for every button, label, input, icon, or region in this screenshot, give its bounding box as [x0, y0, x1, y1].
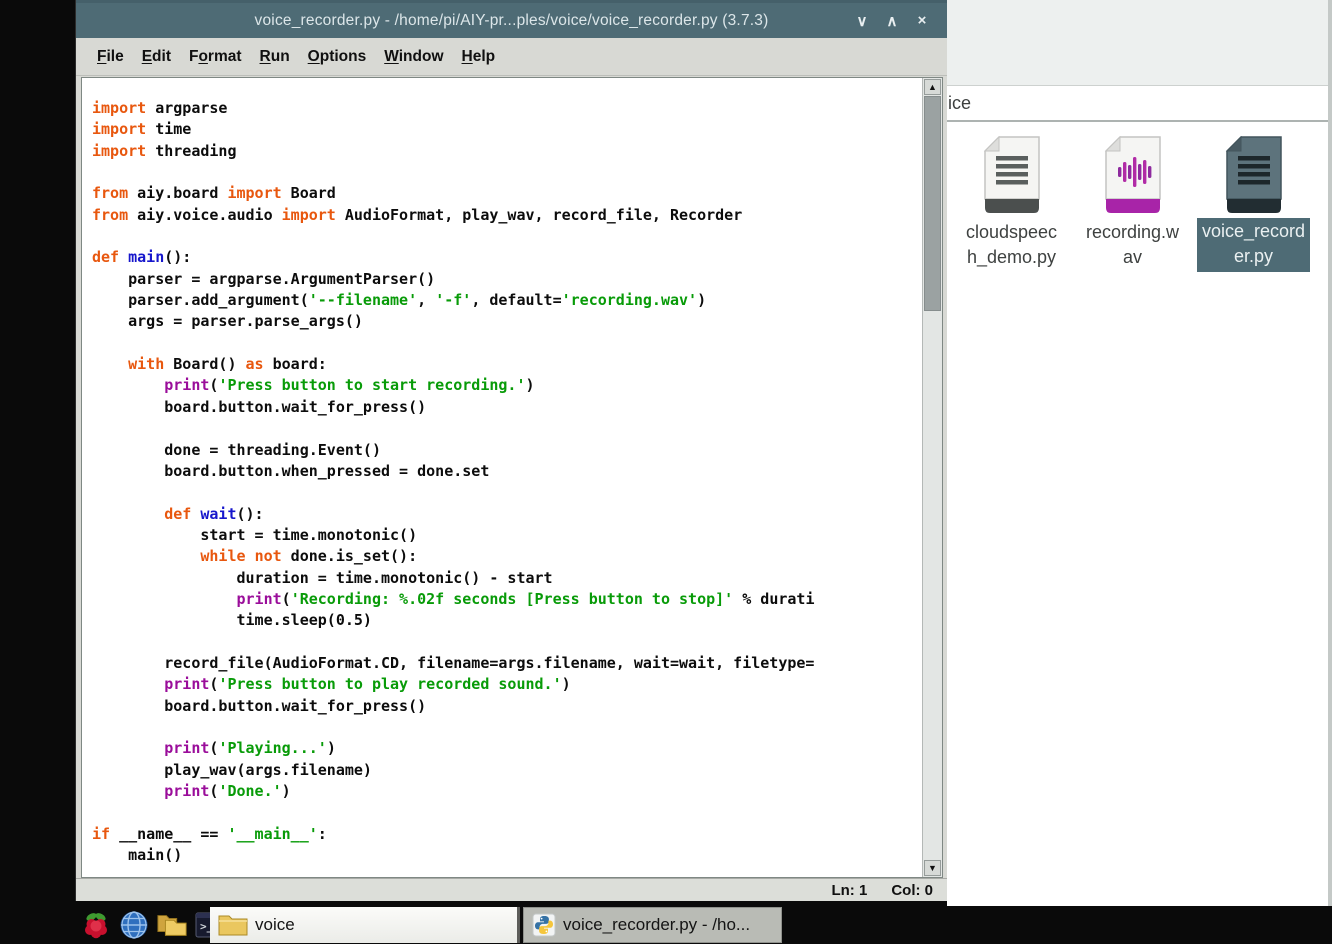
code-line: from aiy.voice.audio import AudioFormat,… [92, 205, 922, 226]
code-line [92, 802, 922, 823]
code-line: import time [92, 119, 922, 140]
code-line: from aiy.board import Board [92, 183, 922, 204]
code-line: board.button.wait_for_press() [92, 397, 922, 418]
maximize-button[interactable]: ∧ [877, 12, 907, 30]
launcher-icons: >_ [80, 908, 226, 942]
code-line: record_file(AudioFormat.CD, filename=arg… [92, 653, 922, 674]
code-line: import threading [92, 141, 922, 162]
window-title: voice_recorder.py - /home/pi/AIY-pr...pl… [255, 12, 769, 30]
scroll-up-button[interactable]: ▲ [924, 79, 941, 95]
file-item-voice_recorder.py[interactable]: voice_recorder.py [1193, 136, 1314, 272]
menu-help[interactable]: Help [453, 44, 505, 70]
menu-bar: FileEditFormatRunOptionsWindowHelp [76, 38, 947, 76]
file-label: recording.wav [1086, 220, 1179, 270]
code-line: parser.add_argument('--filename', '-f', … [92, 290, 922, 311]
window-controls: ∨∧× [847, 3, 937, 38]
file-manager-window: ice cloudspeech_demo.py recording.wav vo… [947, 0, 1332, 906]
menu-window[interactable]: Window [375, 44, 452, 70]
code-line [92, 333, 922, 354]
code-line: done = threading.Event() [92, 440, 922, 461]
file-manager-icon[interactable] [156, 909, 188, 941]
code-line: main() [92, 845, 922, 866]
taskbar-item-label: voice [255, 915, 295, 935]
audio-doc-icon [1102, 136, 1164, 216]
file-manager-toolbar [947, 0, 1328, 86]
status-bar: Ln: 1 Col: 0 [76, 878, 947, 901]
python-doc-icon [1223, 136, 1285, 216]
code-line: import argparse [92, 98, 922, 119]
code-area[interactable]: import argparseimport timeimport threadi… [82, 78, 922, 877]
code-line: if __name__ == '__main__': [92, 824, 922, 845]
code-line [92, 226, 922, 247]
code-line: print('Playing...') [92, 738, 922, 759]
menu-run[interactable]: Run [251, 44, 299, 70]
title-bar[interactable]: voice_recorder.py - /home/pi/AIY-pr...pl… [76, 0, 947, 38]
code-line: while not done.is_set(): [92, 546, 922, 567]
code-line [92, 418, 922, 439]
code-line: print('Press button to play recorded sou… [92, 674, 922, 695]
code-line: board.button.when_pressed = done.set [92, 461, 922, 482]
status-line-indicator: Ln: 1 [831, 882, 867, 899]
code-line [92, 162, 922, 183]
file-label: voice_recorder.py [1197, 218, 1310, 272]
code-line [92, 717, 922, 738]
python-icon [532, 913, 556, 937]
menu-file[interactable]: File [88, 44, 133, 70]
code-line: args = parser.parse_args() [92, 311, 922, 332]
taskbar-item-label: voice_recorder.py - /ho... [563, 915, 750, 935]
code-line: print('Recording: %.02f seconds [Press b… [92, 589, 922, 610]
code-line: print('Press button to start recording.'… [92, 375, 922, 396]
status-col-indicator: Col: 0 [891, 882, 933, 899]
code-line: time.sleep(0.5) [92, 610, 922, 631]
editor-frame: import argparseimport timeimport threadi… [81, 77, 943, 878]
menu-format[interactable]: Format [180, 44, 251, 70]
scrollbar-thumb[interactable] [924, 96, 941, 311]
address-bar[interactable]: ice [947, 86, 1328, 122]
scroll-down-button[interactable]: ▼ [924, 860, 941, 876]
python-doc-icon [981, 136, 1043, 216]
code-line: play_wav(args.filename) [92, 760, 922, 781]
address-path-text: ice [948, 93, 971, 114]
file-item-cloudspeech_demo.py[interactable]: cloudspeech_demo.py [951, 136, 1072, 270]
code-line: duration = time.monotonic() - start [92, 568, 922, 589]
file-label: cloudspeech_demo.py [966, 220, 1057, 270]
idle-editor-window: voice_recorder.py - /home/pi/AIY-pr...pl… [75, 0, 947, 901]
code-line: def wait(): [92, 504, 922, 525]
taskbar: >_ voice voice_recorder.py - /ho... [0, 906, 1332, 944]
folder-icon [218, 913, 248, 937]
taskbar-item-voice-folder[interactable]: voice [210, 907, 520, 943]
web-browser-icon[interactable] [118, 909, 150, 941]
code-line [92, 482, 922, 503]
taskbar-item-idle-editor[interactable]: voice_recorder.py - /ho... [523, 907, 782, 943]
code-line [92, 632, 922, 653]
code-line: print('Done.') [92, 781, 922, 802]
file-item-recording.wav[interactable]: recording.wav [1072, 136, 1193, 270]
minimize-button[interactable]: ∨ [847, 12, 877, 30]
code-line: def main(): [92, 247, 922, 268]
file-row: cloudspeech_demo.py recording.wav voice_… [951, 136, 1314, 272]
code-line: parser = argparse.ArgumentParser() [92, 269, 922, 290]
code-line: board.button.wait_for_press() [92, 696, 922, 717]
menu-edit[interactable]: Edit [133, 44, 180, 70]
close-button[interactable]: × [907, 12, 937, 29]
code-line: start = time.monotonic() [92, 525, 922, 546]
menu-options[interactable]: Options [299, 44, 376, 70]
file-list-area[interactable]: cloudspeech_demo.py recording.wav voice_… [947, 122, 1328, 902]
code-line: with Board() as board: [92, 354, 922, 375]
vertical-scrollbar[interactable]: ▲ ▼ [922, 78, 942, 877]
raspberry-menu-icon[interactable] [80, 909, 112, 941]
